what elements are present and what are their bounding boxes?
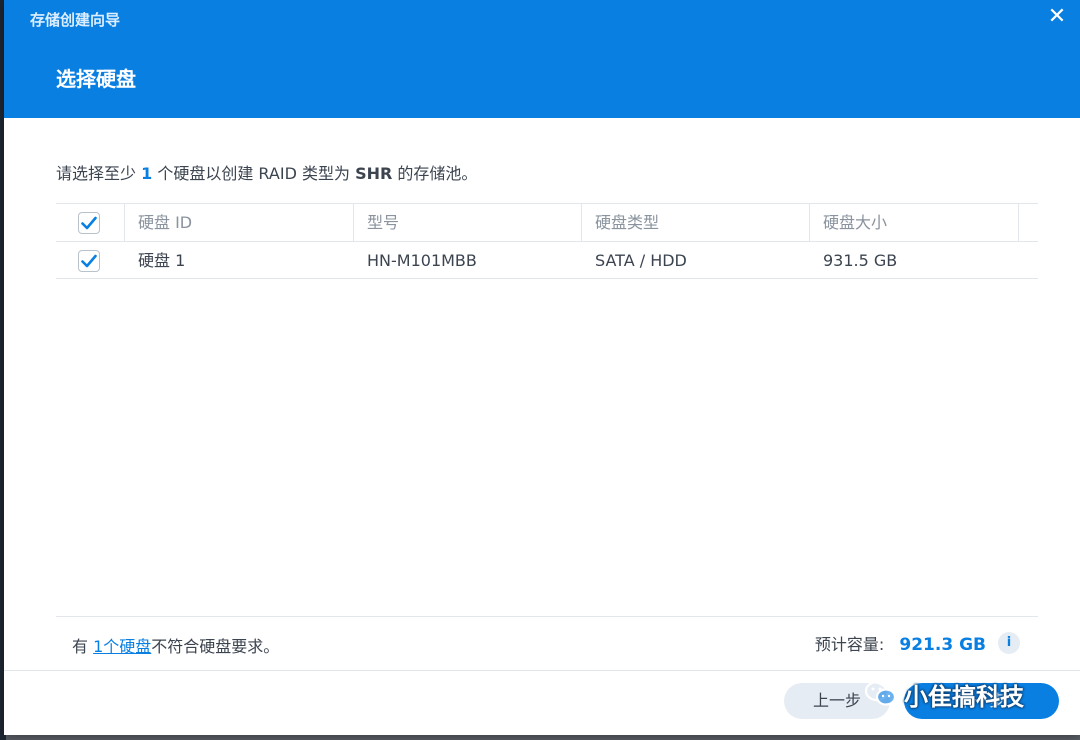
column-divider <box>809 204 810 241</box>
column-header-disk-id[interactable]: 硬盘 ID <box>138 204 192 241</box>
next-step-button[interactable]: 下一步 <box>904 683 1059 719</box>
incompatible-disks-link[interactable]: 1个硬盘 <box>93 637 151 656</box>
column-divider <box>581 204 582 241</box>
minimum-disk-count: 1 <box>141 164 153 183</box>
note-suffix: 不符合硬盘要求。 <box>151 637 280 656</box>
table-row[interactable]: 硬盘 1 HN-M101MBB SATA / HDD 931.5 GB <box>56 241 1038 279</box>
select-all-checkbox[interactable] <box>78 212 100 234</box>
column-header-disk-size[interactable]: 硬盘大小 <box>823 204 887 241</box>
instruction-prefix: 请选择至少 <box>56 164 137 183</box>
info-icon[interactable]: i <box>998 632 1020 654</box>
column-divider <box>1018 204 1019 241</box>
column-header-model[interactable]: 型号 <box>367 204 399 241</box>
disk-id-cell: 硬盘 1 <box>138 251 186 270</box>
column-divider <box>353 204 354 241</box>
row-checkbox[interactable] <box>78 250 100 272</box>
checkmark-icon <box>81 254 97 268</box>
incompatible-disks-note: 有 1个硬盘不符合硬盘要求。 <box>72 633 279 657</box>
dialog-header: 存储创建向导 ✕ 选择硬盘 <box>4 0 1080 118</box>
window-title: 存储创建向导 <box>30 11 121 29</box>
instruction-middle: 个硬盘以创建 RAID 类型为 <box>157 164 350 183</box>
checkmark-icon <box>81 216 97 230</box>
model-cell: HN-M101MBB <box>367 251 477 270</box>
footer-divider <box>56 616 1038 617</box>
instruction-suffix: 的存储池。 <box>397 164 478 183</box>
column-header-disk-type[interactable]: 硬盘类型 <box>595 204 659 241</box>
close-icon: ✕ <box>1047 4 1067 29</box>
disk-size-cell: 931.5 GB <box>823 251 898 270</box>
raid-type: SHR <box>355 164 393 183</box>
storage-creation-wizard-dialog: 存储创建向导 ✕ 选择硬盘 请选择至少 1 个硬盘以创建 RAID 类型为 SH… <box>4 0 1080 735</box>
instruction-text: 请选择至少 1 个硬盘以创建 RAID 类型为 SHR 的存储池。 <box>56 160 477 184</box>
button-bar-divider <box>4 670 1080 671</box>
capacity-label: 预计容量: <box>814 635 885 654</box>
note-prefix: 有 <box>72 637 89 656</box>
disk-table: 硬盘 ID 型号 硬盘类型 硬盘大小 硬盘 1 HN-M101MBB SATA … <box>56 203 1038 279</box>
estimated-capacity: 预计容量: 921.3 GB <box>815 631 986 655</box>
disk-type-cell: SATA / HDD <box>595 251 687 270</box>
step-title: 选择硬盘 <box>56 67 136 91</box>
close-button[interactable]: ✕ <box>1044 4 1070 30</box>
previous-step-button[interactable]: 上一步 <box>784 683 890 719</box>
column-divider <box>124 204 125 241</box>
capacity-value: 921.3 GB <box>899 635 986 655</box>
table-header-row: 硬盘 ID 型号 硬盘类型 硬盘大小 <box>56 203 1038 241</box>
